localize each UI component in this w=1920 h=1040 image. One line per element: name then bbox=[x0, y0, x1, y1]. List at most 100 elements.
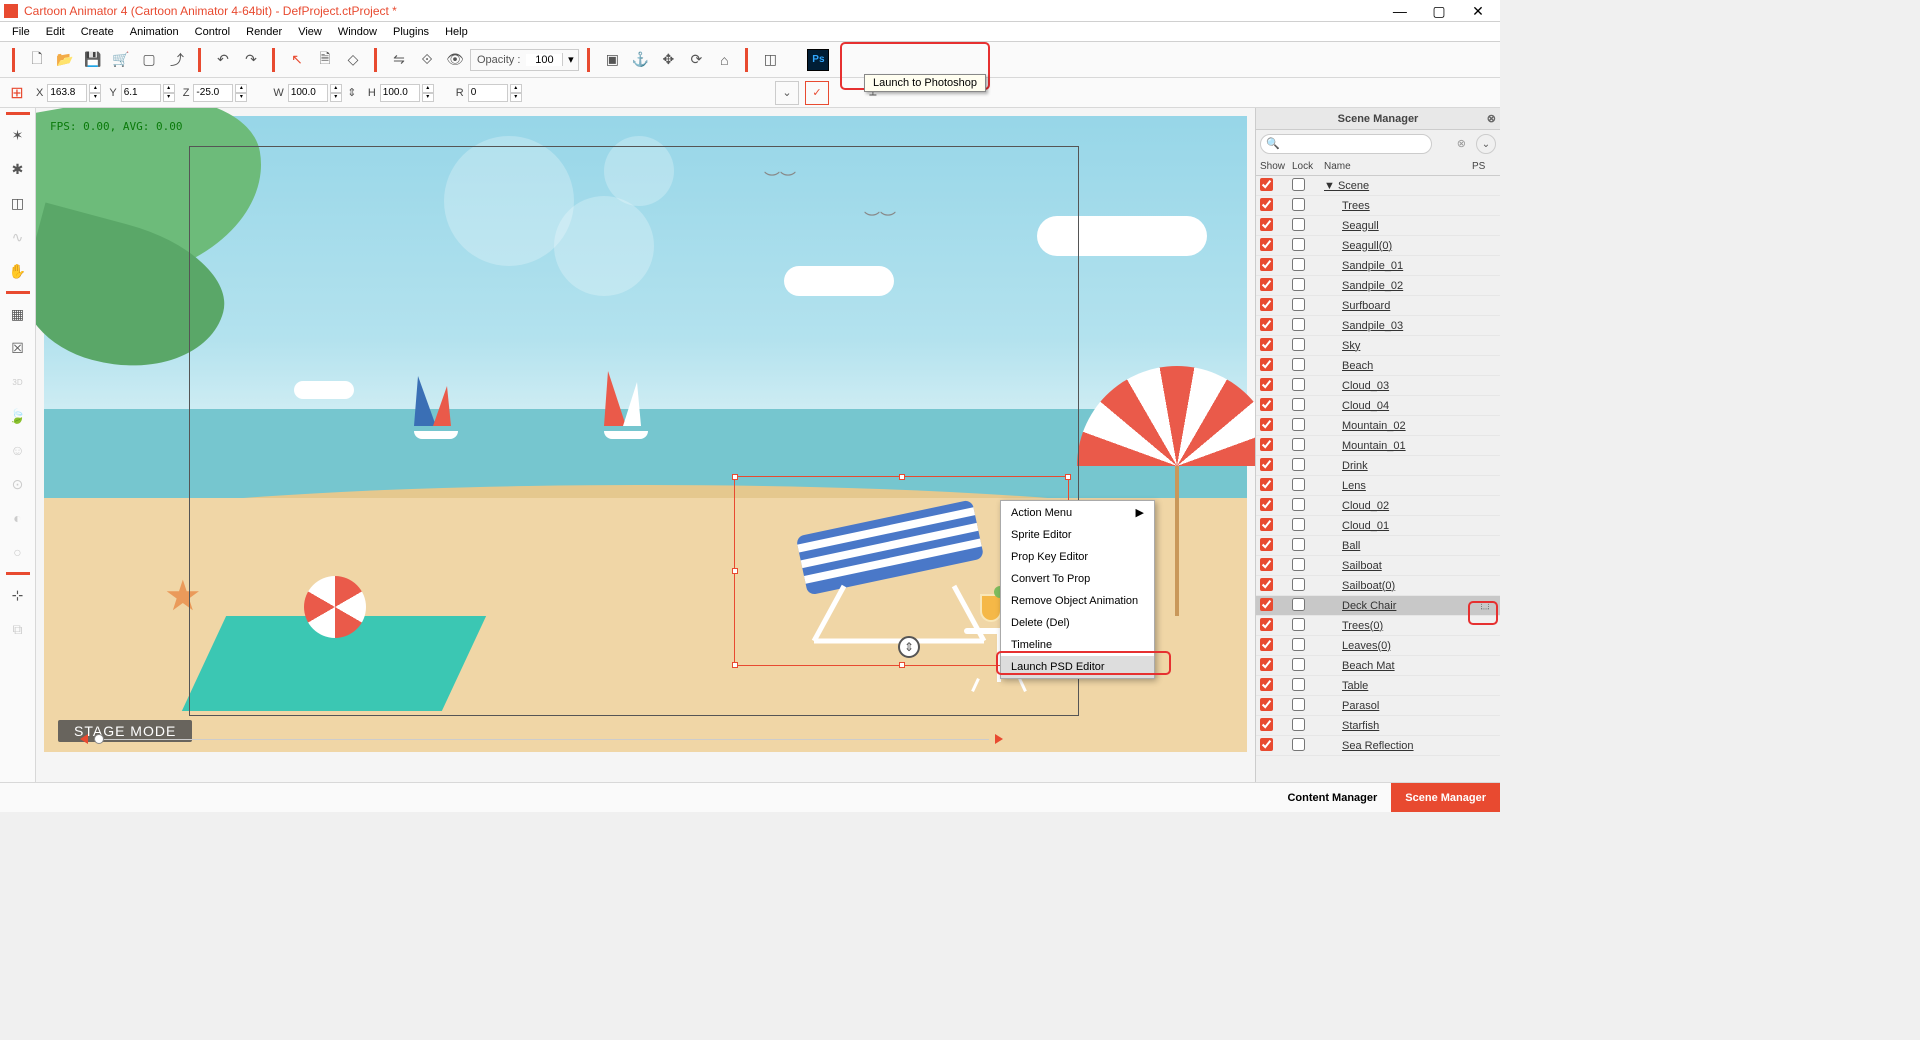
lock-checkbox[interactable] bbox=[1292, 378, 1324, 394]
show-checkbox[interactable] bbox=[1260, 418, 1292, 434]
eye-icon[interactable]: 👁 bbox=[442, 47, 468, 73]
lock-checkbox[interactable] bbox=[1292, 638, 1324, 654]
maximize-button[interactable]: ▢ bbox=[1421, 0, 1457, 22]
wave-icon[interactable]: ∿ bbox=[4, 223, 32, 251]
spin-down[interactable]: ▾ bbox=[163, 93, 175, 102]
lock-checkbox[interactable] bbox=[1292, 478, 1324, 494]
item-name[interactable]: Beach Mat bbox=[1324, 660, 1474, 672]
ctx-prop-key-editor[interactable]: Prop Key Editor bbox=[1001, 546, 1154, 568]
spin-up[interactable]: ▴ bbox=[235, 84, 247, 93]
menu-plugins[interactable]: Plugins bbox=[385, 26, 437, 38]
show-checkbox[interactable] bbox=[1260, 498, 1292, 514]
scene-item[interactable]: Mountain_02 bbox=[1256, 416, 1500, 436]
item-name[interactable]: Table bbox=[1324, 680, 1474, 692]
home-icon[interactable]: ⌂ bbox=[711, 47, 737, 73]
item-name[interactable]: Beach bbox=[1324, 360, 1474, 372]
lock-checkbox[interactable] bbox=[1292, 498, 1324, 514]
menu-file[interactable]: File bbox=[4, 26, 38, 38]
scene-item[interactable]: Sea Reflection bbox=[1256, 736, 1500, 756]
show-checkbox[interactable] bbox=[1260, 358, 1292, 374]
show-checkbox[interactable] bbox=[1260, 398, 1292, 414]
filter-icon[interactable]: ⌄ bbox=[1476, 134, 1496, 154]
region-icon[interactable]: ◇ bbox=[340, 47, 366, 73]
show-checkbox[interactable] bbox=[1260, 238, 1292, 254]
menu-help[interactable]: Help bbox=[437, 26, 476, 38]
slider-track[interactable] bbox=[94, 739, 989, 740]
scene-item[interactable]: Cloud_02 bbox=[1256, 496, 1500, 516]
lock-checkbox[interactable] bbox=[1292, 218, 1324, 234]
item-name[interactable]: Sky bbox=[1324, 340, 1474, 352]
show-checkbox[interactable] bbox=[1260, 318, 1292, 334]
item-name[interactable]: Leaves(0) bbox=[1324, 640, 1474, 652]
r-input[interactable] bbox=[468, 84, 508, 102]
spin-up[interactable]: ▴ bbox=[330, 84, 342, 93]
motion-icon[interactable]: ⊙ bbox=[4, 470, 32, 498]
menu-window[interactable]: Window bbox=[330, 26, 385, 38]
item-name[interactable]: Parasol bbox=[1324, 700, 1474, 712]
spin-up[interactable]: ▴ bbox=[163, 84, 175, 93]
scene-item[interactable]: Deck Chair⬚ bbox=[1256, 596, 1500, 616]
show-checkbox[interactable] bbox=[1260, 278, 1292, 294]
w-input[interactable] bbox=[288, 84, 328, 102]
lock-checkbox[interactable] bbox=[1292, 538, 1324, 554]
lock-checkbox[interactable] bbox=[1292, 278, 1324, 294]
scene-item[interactable]: Parasol bbox=[1256, 696, 1500, 716]
ctx-sprite-editor[interactable]: Sprite Editor bbox=[1001, 524, 1154, 546]
curve-check-icon[interactable]: ✓ bbox=[805, 81, 829, 105]
pose-icon[interactable]: ☒ bbox=[4, 334, 32, 362]
show-checkbox[interactable] bbox=[1260, 218, 1292, 234]
item-name[interactable]: Ball bbox=[1324, 540, 1474, 552]
h-input[interactable] bbox=[380, 84, 420, 102]
y-input[interactable] bbox=[121, 84, 161, 102]
timeline-end-icon[interactable] bbox=[995, 734, 1003, 744]
scene-item[interactable]: Sandpile_02 bbox=[1256, 276, 1500, 296]
item-name[interactable]: Cloud_03 bbox=[1324, 380, 1474, 392]
panel-close-icon[interactable]: ⊗ bbox=[1487, 112, 1496, 125]
show-checkbox[interactable] bbox=[1260, 598, 1292, 614]
rotate-icon[interactable]: ⟳ bbox=[683, 47, 709, 73]
spin-up[interactable]: ▴ bbox=[510, 84, 522, 93]
layer-icon[interactable]: ◫ bbox=[4, 189, 32, 217]
link-icon[interactable]: ⇕ bbox=[344, 86, 360, 99]
item-name[interactable]: Sandpile_03 bbox=[1324, 320, 1474, 332]
item-name[interactable]: Drink bbox=[1324, 460, 1474, 472]
show-checkbox[interactable] bbox=[1260, 378, 1292, 394]
item-name[interactable]: Trees(0) bbox=[1324, 620, 1474, 632]
link-icon[interactable]: ⟐ bbox=[414, 47, 440, 73]
grid-tool-icon[interactable]: ▦ bbox=[4, 300, 32, 328]
show-checkbox[interactable] bbox=[1260, 698, 1292, 714]
ps-indicator[interactable]: ⬚ bbox=[1474, 600, 1496, 611]
lock-checkbox[interactable] bbox=[1292, 718, 1324, 734]
z-input[interactable] bbox=[193, 84, 233, 102]
lock-checkbox[interactable] bbox=[1292, 178, 1324, 194]
open-file-icon[interactable]: 📂 bbox=[52, 47, 78, 73]
show-checkbox[interactable] bbox=[1260, 658, 1292, 674]
show-checkbox[interactable] bbox=[1260, 538, 1292, 554]
item-name[interactable]: Sailboat bbox=[1324, 560, 1474, 572]
3d-icon[interactable]: 3D bbox=[4, 368, 32, 396]
scene-item[interactable]: Lens bbox=[1256, 476, 1500, 496]
item-name[interactable]: Seagull bbox=[1324, 220, 1474, 232]
lock-checkbox[interactable] bbox=[1292, 578, 1324, 594]
show-checkbox[interactable] bbox=[1260, 578, 1292, 594]
select-icon[interactable]: ↖ bbox=[284, 47, 310, 73]
scene-item[interactable]: ▼ Scene bbox=[1256, 176, 1500, 196]
show-checkbox[interactable] bbox=[1260, 178, 1292, 194]
scene-item[interactable]: Seagull(0) bbox=[1256, 236, 1500, 256]
lock-checkbox[interactable] bbox=[1292, 738, 1324, 754]
item-name[interactable]: Cloud_02 bbox=[1324, 500, 1474, 512]
lock-checkbox[interactable] bbox=[1292, 338, 1324, 354]
spin-down[interactable]: ▾ bbox=[89, 93, 101, 102]
redo-icon[interactable]: ↷ bbox=[238, 47, 264, 73]
menu-control[interactable]: Control bbox=[187, 26, 238, 38]
menu-render[interactable]: Render bbox=[238, 26, 290, 38]
scene-list[interactable]: ▼ SceneTreesSeagullSeagull(0)Sandpile_01… bbox=[1256, 176, 1500, 782]
item-name[interactable]: ▼ Scene bbox=[1324, 180, 1474, 192]
item-name[interactable]: Cloud_04 bbox=[1324, 400, 1474, 412]
show-checkbox[interactable] bbox=[1260, 338, 1292, 354]
lock-checkbox[interactable] bbox=[1292, 658, 1324, 674]
scene-item[interactable]: Sailboat(0) bbox=[1256, 576, 1500, 596]
ctx-convert-to-prop[interactable]: Convert To Prop bbox=[1001, 568, 1154, 590]
scene-item[interactable]: Trees bbox=[1256, 196, 1500, 216]
canvas[interactable]: ★ ︶︶ ︶︶ ⇕ FPS: 0.00, AVG: 0.00 STAGE MOD… bbox=[36, 108, 1255, 782]
